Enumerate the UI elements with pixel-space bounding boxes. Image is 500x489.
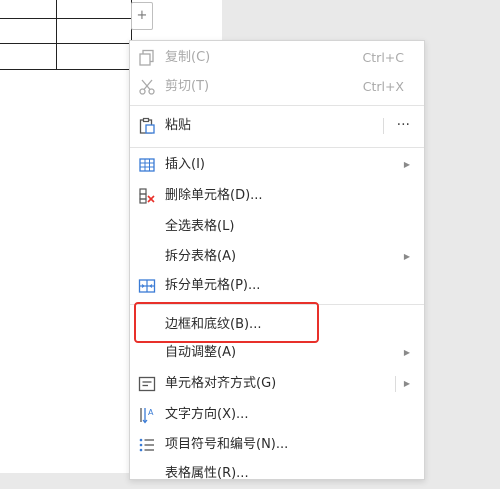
chevron-right-icon: ▶: [403, 379, 410, 388]
menu-item-label: 拆分单元格(P)...: [165, 278, 261, 293]
menu-item-cut[interactable]: 剪切(T) Ctrl+X: [130, 72, 424, 102]
shortcut-label: Ctrl+X: [362, 79, 404, 94]
table-row-border: [0, 18, 132, 19]
cell-alignment-icon: [138, 376, 156, 392]
menu-item-label: 剪切(T): [165, 79, 210, 94]
menu-item-cell-alignment[interactable]: 单元格对齐方式(G) ▶: [130, 369, 424, 399]
scissors-icon: [139, 79, 155, 95]
menu-item-label: 表格属性(R)...: [165, 466, 249, 481]
menu-divider: [383, 118, 384, 134]
menu-item-split-cells[interactable]: 拆分单元格(P)...: [130, 271, 424, 301]
menu-item-label: 单元格对齐方式(G): [165, 376, 277, 391]
menu-item-label: 粘贴: [165, 118, 192, 133]
menu-item-select-table[interactable]: 全选表格(L): [130, 212, 424, 242]
menu-item-paste[interactable]: 粘贴 ···: [130, 111, 424, 141]
menu-item-bullets-numbering[interactable]: 项目符号和编号(N)...: [130, 430, 424, 460]
copy-icon: [139, 49, 154, 66]
highlight-annotation-box: [134, 302, 319, 343]
menu-item-label: 文字方向(X)...: [165, 407, 249, 422]
more-options-button[interactable]: ···: [397, 111, 410, 139]
menu-item-text-direction[interactable]: A 文字方向(X)...: [130, 400, 424, 430]
text-direction-icon: A: [140, 408, 154, 424]
menu-item-label: 删除单元格(D)...: [165, 188, 263, 203]
menu-item-split-table[interactable]: 拆分表格(A) ▶: [130, 242, 424, 272]
table-row-border: [0, 69, 132, 70]
menu-item-insert[interactable]: 插入(I) ▶: [130, 150, 424, 180]
context-menu: 复制(C) Ctrl+C 剪切(T) Ctrl+X 粘贴 ··· 插入(I) ▶…: [129, 40, 425, 481]
menu-divider: [395, 376, 396, 392]
chevron-right-icon: ▶: [403, 348, 410, 357]
svg-text:A: A: [148, 408, 154, 417]
menu-item-label: 拆分表格(A): [165, 249, 237, 264]
split-cells-icon: [138, 279, 156, 293]
paste-icon: [139, 117, 155, 134]
menu-separator: [130, 105, 424, 106]
table-row-border: [0, 43, 132, 44]
bullet-list-icon: [139, 438, 154, 452]
menu-item-label: 项目符号和编号(N)...: [165, 437, 289, 452]
delete-cell-icon: [139, 188, 155, 204]
document-table[interactable]: [0, 0, 132, 70]
add-column-button[interactable]: +: [131, 2, 153, 30]
table-column-border: [56, 0, 57, 70]
menu-separator: [130, 147, 424, 148]
shortcut-label: Ctrl+C: [362, 50, 404, 65]
menu-item-label: 复制(C): [165, 50, 211, 65]
menu-item-table-properties[interactable]: 表格属性(R)...: [130, 459, 424, 489]
menu-item-delete-cells[interactable]: 删除单元格(D)...: [130, 181, 424, 211]
chevron-right-icon: ▶: [403, 160, 410, 169]
menu-item-label: 插入(I): [165, 157, 205, 172]
menu-item-copy[interactable]: 复制(C) Ctrl+C: [130, 43, 424, 73]
table-insert-icon: [139, 158, 155, 172]
chevron-right-icon: ▶: [403, 252, 410, 261]
menu-item-label: 全选表格(L): [165, 219, 235, 234]
